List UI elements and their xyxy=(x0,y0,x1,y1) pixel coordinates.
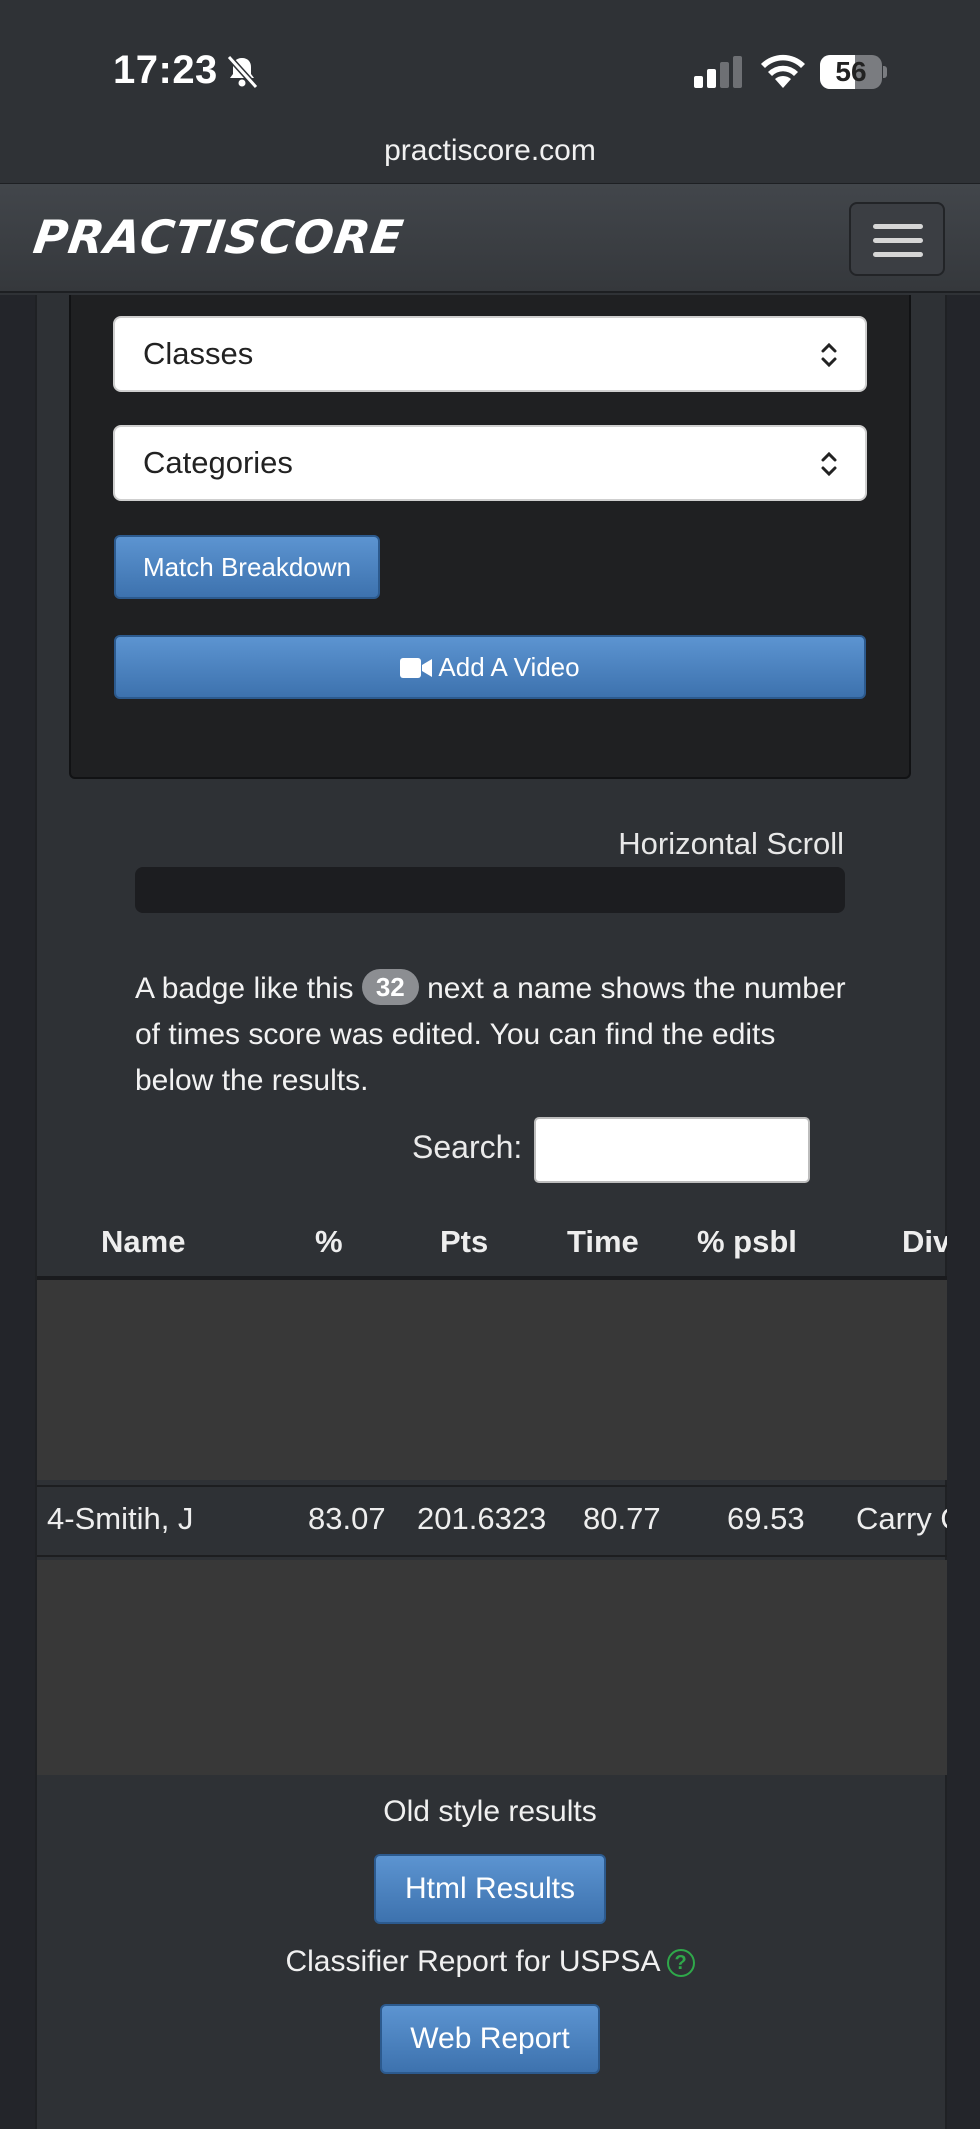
old-style-results-label: Old style results xyxy=(383,1795,597,1828)
categories-select-label: Categories xyxy=(143,445,293,480)
video-camera-icon xyxy=(400,658,433,678)
address-bar-url[interactable]: practiscore.com xyxy=(0,134,980,168)
column-header-percent-possible[interactable]: % psbl xyxy=(697,1224,797,1260)
horizontal-scroll-label: Horizontal Scroll xyxy=(618,826,844,861)
status-bar: 17:23 56 practiscore.com xyxy=(0,0,980,167)
updown-chevron-icon xyxy=(821,451,837,477)
results-table: Name % Pts Time % psbl Div 4-Smitih, J 8… xyxy=(37,1210,947,1775)
column-header-division[interactable]: Div xyxy=(902,1224,947,1260)
redacted-rows-top xyxy=(37,1280,947,1480)
classes-select-label: Classes xyxy=(143,336,254,371)
bell-muted-icon xyxy=(226,54,259,90)
navbar: PRACTISCORE xyxy=(0,183,980,293)
search-label: Search: xyxy=(412,1129,523,1165)
cell-percent-possible: 69.53 xyxy=(727,1501,805,1536)
updown-chevron-icon xyxy=(821,342,837,368)
html-results-label: Html Results xyxy=(404,1872,576,1905)
edit-count-badge: 32 xyxy=(361,969,419,1005)
add-video-button[interactable]: Add A Video xyxy=(114,635,866,699)
classifier-report-heading: Classifier Report for USPSA? xyxy=(0,1945,980,1979)
redacted-rows-bottom xyxy=(37,1560,947,1775)
cellular-signal-icon xyxy=(694,56,742,88)
wifi-icon xyxy=(761,54,805,88)
battery-indicator: 56 xyxy=(820,55,887,89)
practiscore-logo[interactable]: PRACTISCORE xyxy=(30,210,407,264)
web-report-label: Web Report xyxy=(410,2022,570,2055)
horizontal-scrollbar[interactable] xyxy=(135,867,845,913)
html-results-button[interactable]: Html Results xyxy=(374,1854,606,1924)
status-time: 17:23 xyxy=(113,48,218,92)
column-header-points[interactable]: Pts xyxy=(440,1224,488,1260)
hamburger-icon xyxy=(873,224,923,229)
help-question-icon[interactable]: ? xyxy=(666,1949,695,1977)
web-report-button[interactable]: Web Report xyxy=(380,2004,600,2074)
column-header-time[interactable]: Time xyxy=(567,1224,639,1260)
cell-points: 201.6323 xyxy=(417,1501,547,1536)
cell-name[interactable]: 4-Smitih, J xyxy=(47,1501,193,1537)
search-input[interactable] xyxy=(534,1117,810,1183)
edit-badge-notice: A badge like this 32 next a name shows t… xyxy=(135,966,855,1104)
match-breakdown-label: Match Breakdown xyxy=(142,552,352,582)
cell-time: 80.77 xyxy=(583,1501,661,1536)
cell-division: Carry O xyxy=(856,1501,947,1536)
cell-percent: 83.07 xyxy=(308,1501,386,1536)
classes-select[interactable]: Classes xyxy=(113,316,867,392)
add-video-label: Add A Video xyxy=(438,652,580,682)
match-breakdown-button[interactable]: Match Breakdown xyxy=(114,535,380,599)
column-header-percent[interactable]: % xyxy=(315,1224,343,1260)
column-header-name[interactable]: Name xyxy=(101,1224,185,1260)
categories-select[interactable]: Categories xyxy=(113,425,867,501)
battery-level: 56 xyxy=(835,56,867,87)
hamburger-menu-button[interactable] xyxy=(849,202,945,276)
